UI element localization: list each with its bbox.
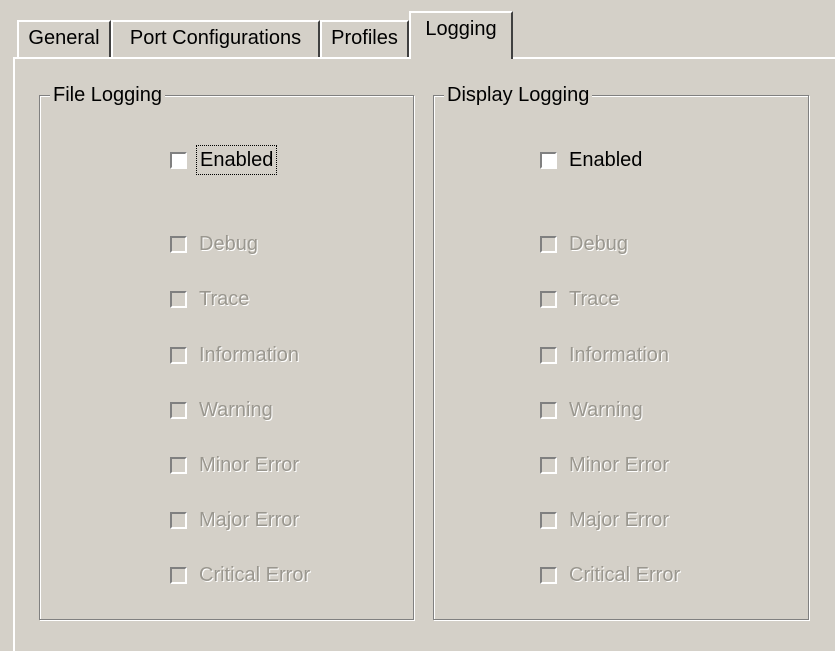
checkbox-label: Enabled bbox=[195, 145, 278, 175]
checkbox-label: Critical Error bbox=[199, 564, 311, 586]
display-warning-checkbox[interactable]: Warning bbox=[540, 398, 643, 422]
checkbox-label: Minor Error bbox=[199, 454, 300, 476]
checkbox-label: Trace bbox=[569, 288, 620, 310]
tab-label: Port Configurations bbox=[129, 27, 302, 49]
tab-port-configurations[interactable]: Port Configurations bbox=[111, 20, 320, 58]
display-trace-checkbox[interactable]: Trace bbox=[540, 287, 619, 311]
checkbox-box[interactable] bbox=[170, 346, 187, 364]
checkbox-box[interactable] bbox=[170, 566, 187, 584]
checkbox-label: Warning bbox=[199, 399, 273, 421]
display-minor-error-checkbox[interactable]: Minor Error bbox=[540, 453, 669, 477]
checkbox-box[interactable] bbox=[170, 511, 187, 529]
file-minor-error-checkbox[interactable]: Minor Error bbox=[170, 453, 299, 477]
checkbox-box[interactable] bbox=[170, 235, 187, 253]
checkbox-label: Debug bbox=[199, 233, 258, 255]
checkbox-label: Information bbox=[199, 344, 300, 366]
tab-bar: General Port Configurations Profiles Log… bbox=[0, 0, 835, 59]
tab-logging[interactable]: Logging bbox=[409, 11, 513, 59]
checkbox-label: Critical Error bbox=[569, 564, 681, 586]
checkbox-label: Major Error bbox=[199, 509, 300, 531]
tab-profiles[interactable]: Profiles bbox=[320, 20, 409, 58]
checkbox-label: Information bbox=[569, 344, 670, 366]
checkbox-box[interactable] bbox=[540, 235, 557, 253]
checkbox-box[interactable] bbox=[540, 456, 557, 474]
group-title: Display Logging bbox=[444, 84, 593, 106]
file-warning-checkbox[interactable]: Warning bbox=[170, 398, 273, 422]
file-major-error-checkbox[interactable]: Major Error bbox=[170, 508, 299, 532]
checkbox-box[interactable] bbox=[540, 346, 557, 364]
checkbox-label: Warning bbox=[569, 399, 643, 421]
display-logging-group: Display Logging Enabled Debug Trace Info… bbox=[433, 84, 809, 620]
checkbox-label: Trace bbox=[199, 288, 250, 310]
checkbox-label: Major Error bbox=[569, 509, 670, 531]
file-logging-group: File Logging Enabled Debug Trace Informa… bbox=[39, 84, 414, 620]
file-logging-enabled-checkbox[interactable]: Enabled bbox=[170, 145, 278, 175]
tab-general[interactable]: General bbox=[17, 20, 111, 58]
checkbox-box[interactable] bbox=[170, 401, 187, 419]
file-information-checkbox[interactable]: Information bbox=[170, 343, 299, 367]
file-trace-checkbox[interactable]: Trace bbox=[170, 287, 249, 311]
checkbox-box[interactable] bbox=[540, 290, 557, 308]
checkbox-box[interactable] bbox=[540, 401, 557, 419]
tab-label: Profiles bbox=[331, 27, 398, 49]
display-logging-enabled-checkbox[interactable]: Enabled bbox=[540, 148, 642, 172]
group-title: File Logging bbox=[50, 84, 165, 106]
display-critical-error-checkbox[interactable]: Critical Error bbox=[540, 563, 680, 587]
checkbox-box[interactable] bbox=[170, 151, 187, 169]
file-debug-checkbox[interactable]: Debug bbox=[170, 232, 258, 256]
checkbox-label: Debug bbox=[569, 233, 628, 255]
file-critical-error-checkbox[interactable]: Critical Error bbox=[170, 563, 310, 587]
checkbox-label: Minor Error bbox=[569, 454, 670, 476]
checkbox-box[interactable] bbox=[540, 566, 557, 584]
tab-label: Logging bbox=[425, 18, 497, 40]
checkbox-box[interactable] bbox=[540, 151, 557, 169]
display-major-error-checkbox[interactable]: Major Error bbox=[540, 508, 669, 532]
checkbox-box[interactable] bbox=[170, 456, 187, 474]
checkbox-box[interactable] bbox=[540, 511, 557, 529]
checkbox-box[interactable] bbox=[170, 290, 187, 308]
tab-label: General bbox=[28, 27, 100, 49]
display-debug-checkbox[interactable]: Debug bbox=[540, 232, 628, 256]
checkbox-label: Enabled bbox=[569, 149, 643, 171]
display-information-checkbox[interactable]: Information bbox=[540, 343, 669, 367]
